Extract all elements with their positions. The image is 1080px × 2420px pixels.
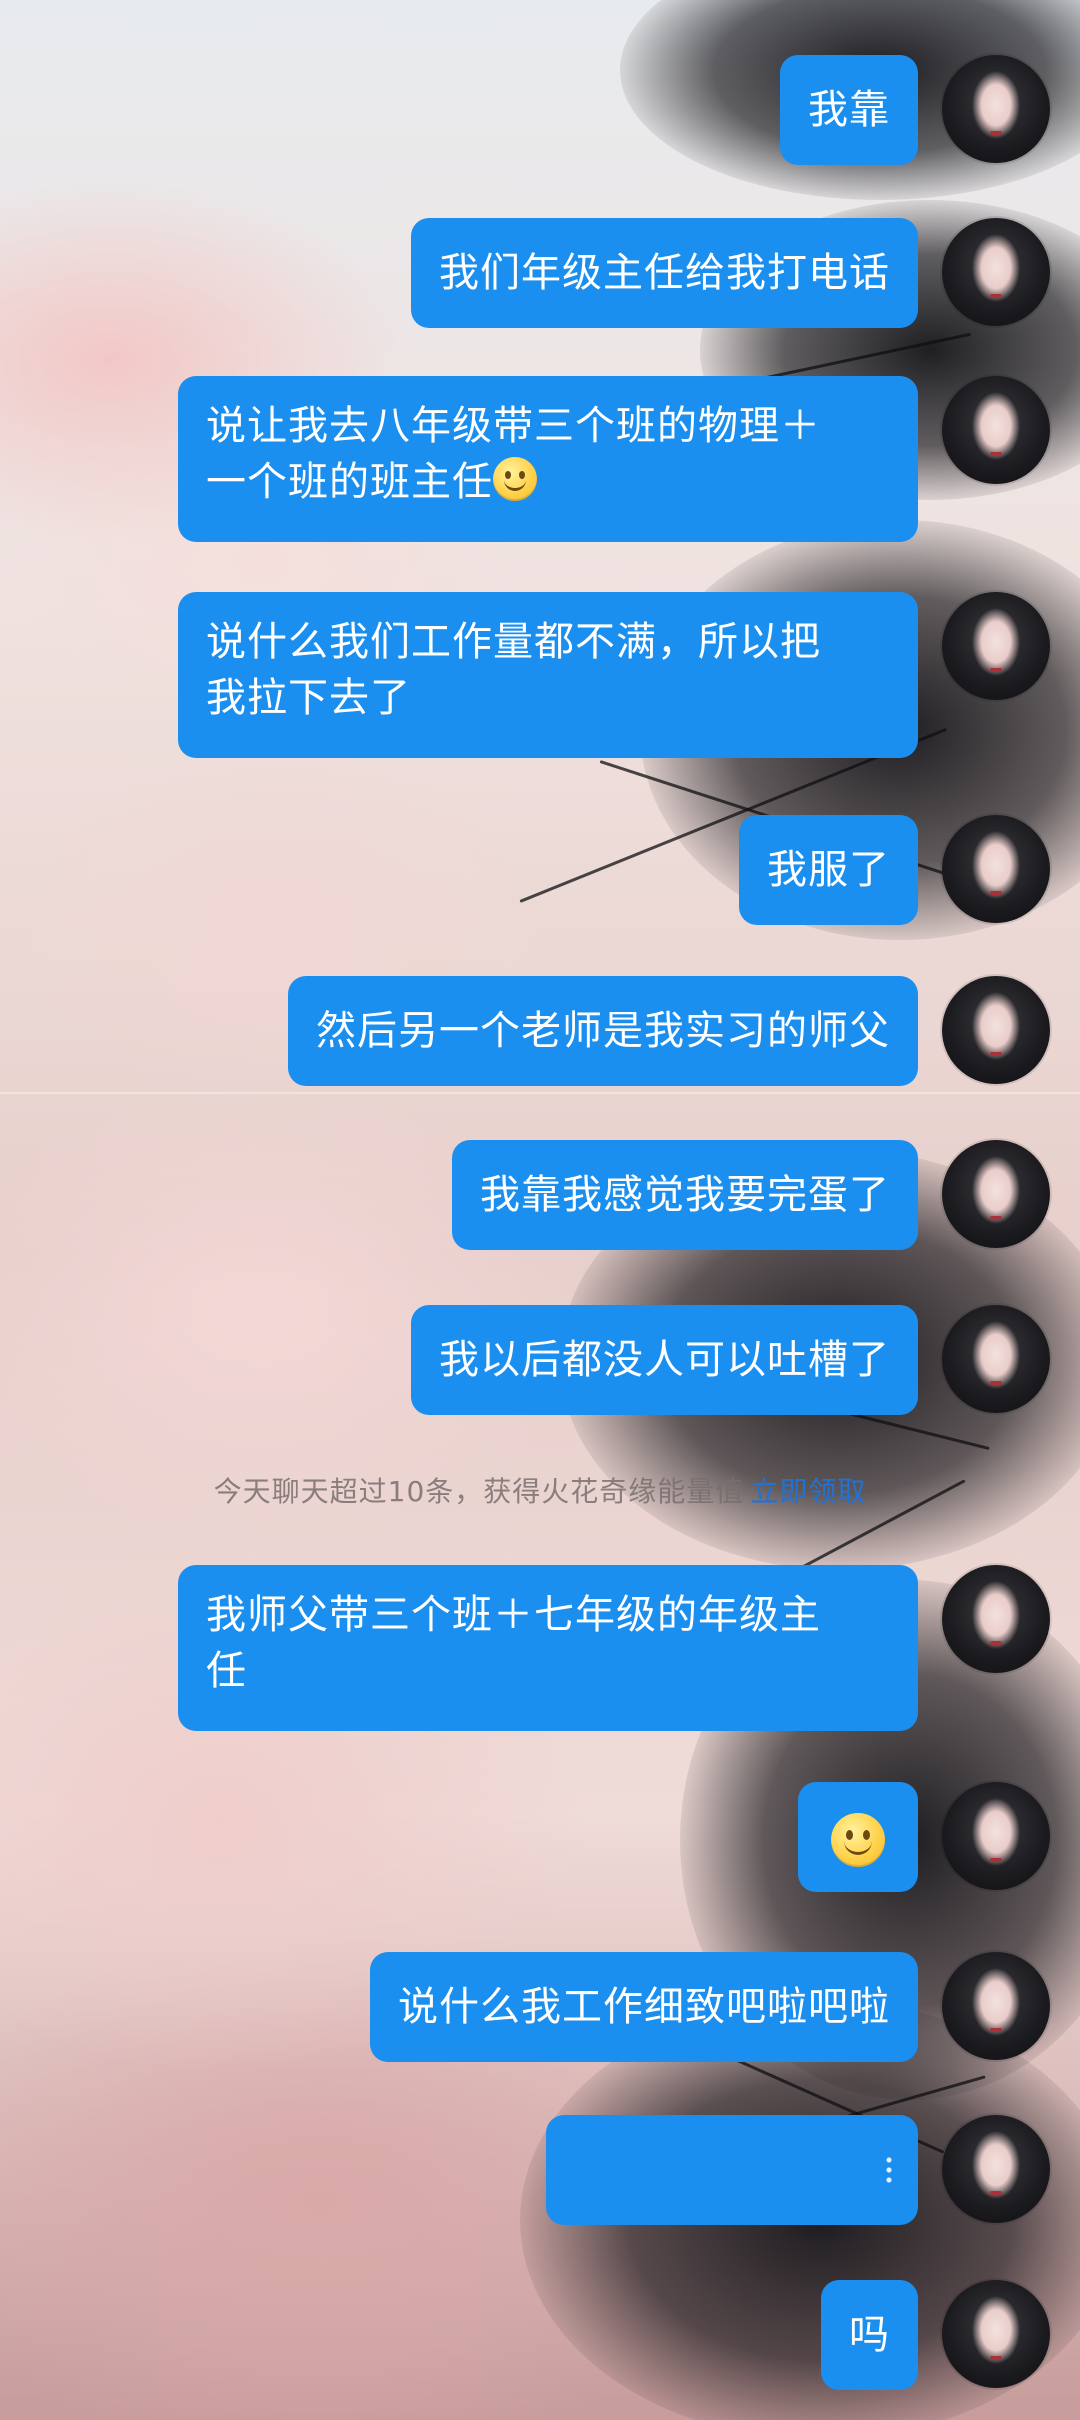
message-text-line2: 任	[206, 1648, 247, 1694]
avatar[interactable]	[942, 2280, 1050, 2388]
chat-message-list[interactable]: 我靠 我们年级主任给我打电话 说让我去八年级带三个班的物理＋ 一个班的班主任 说…	[0, 0, 1080, 2420]
message-bubble[interactable]: 我靠我感觉我要完蛋了	[452, 1140, 918, 1250]
avatar[interactable]	[942, 976, 1050, 1084]
message-bubble[interactable]: 然后另一个老师是我实习的师父	[288, 976, 918, 1086]
message-text-line2: 我拉下去了	[206, 675, 411, 721]
smile-emoji-icon	[493, 457, 537, 501]
message-bubble[interactable]: 说什么我工作细致吧啦吧啦	[370, 1952, 918, 2062]
message-text: 然后另一个老师是我实习的师父	[316, 1008, 890, 1054]
avatar[interactable]	[942, 376, 1050, 484]
message-bubble[interactable]	[798, 1782, 918, 1892]
message-text: 我靠我感觉我要完蛋了	[480, 1172, 890, 1218]
message-text: 我服了	[767, 847, 890, 893]
more-dots-icon	[886, 2155, 892, 2185]
avatar[interactable]	[942, 1140, 1050, 1248]
avatar[interactable]	[942, 815, 1050, 923]
avatar[interactable]	[942, 218, 1050, 326]
message-bubble[interactable]: 我服了	[739, 815, 918, 925]
message-text: 我师父带三个班＋七年级的年级主	[206, 1592, 821, 1638]
avatar[interactable]	[942, 1305, 1050, 1413]
message-bubble[interactable]: 我以后都没人可以吐槽了	[411, 1305, 918, 1415]
message-text: 说什么我工作细致吧啦吧啦	[398, 1984, 890, 2030]
avatar[interactable]	[942, 1782, 1050, 1890]
avatar[interactable]	[942, 1952, 1050, 2060]
avatar[interactable]	[942, 592, 1050, 700]
message-text: 我靠	[808, 87, 890, 133]
message-bubble[interactable]: 说让我去八年级带三个班的物理＋ 一个班的班主任	[178, 376, 918, 542]
claim-link[interactable]: 立即领取	[750, 1475, 866, 1508]
message-bubble[interactable]: 我师父带三个班＋七年级的年级主 任	[178, 1565, 918, 1731]
message-bubble[interactable]: 我靠	[780, 55, 918, 165]
avatar[interactable]	[942, 55, 1050, 163]
message-text: 我以后都没人可以吐槽了	[439, 1337, 890, 1383]
avatar[interactable]	[942, 1565, 1050, 1673]
message-text: 我们年级主任给我打电话	[439, 250, 890, 296]
message-text: 说让我去八年级带三个班的物理＋	[206, 403, 821, 449]
avatar[interactable]	[942, 2115, 1050, 2223]
message-text-line2: 一个班的班主任	[206, 459, 493, 505]
system-notice-text: 今天聊天超过10条，获得火花奇缘能量值	[213, 1475, 745, 1508]
smile-emoji-icon	[831, 1813, 885, 1867]
message-bubble[interactable]: 说什么我们工作量都不满，所以把 我拉下去了	[178, 592, 918, 758]
message-bubble[interactable]: 我们年级主任给我打电话	[411, 218, 918, 328]
system-notice: 今天聊天超过10条，获得火花奇缘能量值 立即领取	[0, 1470, 1080, 1510]
message-bubble[interactable]: 吗	[821, 2280, 918, 2390]
message-text: 说什么我们工作量都不满，所以把	[206, 619, 821, 665]
message-text: 吗	[849, 2312, 890, 2358]
message-bubble[interactable]	[546, 2115, 918, 2225]
